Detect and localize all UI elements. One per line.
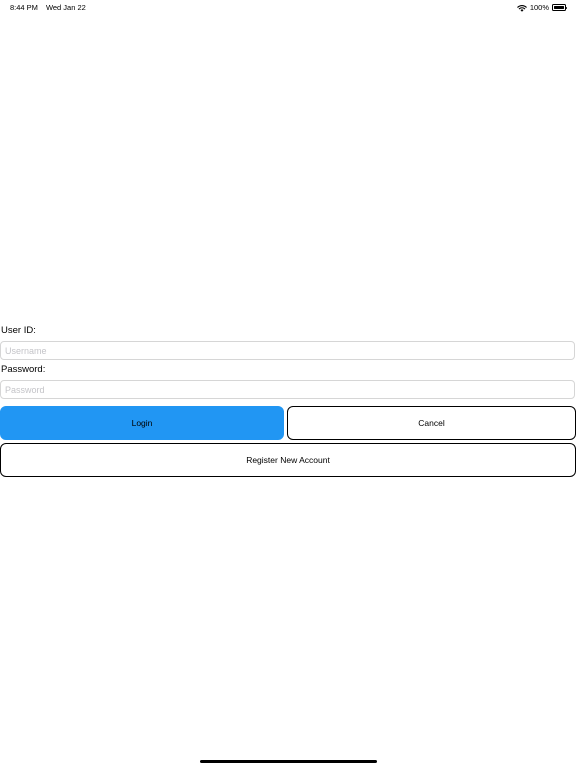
battery-fill xyxy=(553,6,565,9)
status-left: 8:44 PM Wed Jan 22 xyxy=(10,3,86,12)
register-button[interactable]: Register New Account xyxy=(0,443,576,477)
password-label: Password: xyxy=(1,364,46,375)
cancel-button[interactable]: Cancel xyxy=(287,406,576,440)
status-date: Wed Jan 22 xyxy=(45,3,86,12)
battery-icon xyxy=(552,4,568,11)
status-bar: 8:44 PM Wed Jan 22 100% xyxy=(0,0,576,14)
user-id-label: User ID: xyxy=(1,325,36,336)
register-button-label: Register New Account xyxy=(246,455,330,465)
login-form: User ID: Password: Login Cancel Register… xyxy=(0,325,576,477)
login-button-label: Login xyxy=(131,418,153,428)
status-right: 100% xyxy=(517,3,568,12)
wifi-icon xyxy=(517,4,527,12)
battery-nub xyxy=(566,6,568,10)
status-time: 8:44 PM xyxy=(10,3,38,12)
username-input[interactable] xyxy=(0,341,575,360)
home-indicator[interactable] xyxy=(200,760,377,763)
cancel-button-label: Cancel xyxy=(418,418,445,428)
login-button[interactable]: Login xyxy=(0,406,284,440)
battery-percentage: 100% xyxy=(529,3,549,12)
login-screen: 8:44 PM Wed Jan 22 100% User ID: Passwor… xyxy=(0,0,576,768)
password-input[interactable] xyxy=(0,380,575,399)
action-buttons-row: Login Cancel xyxy=(0,406,576,440)
